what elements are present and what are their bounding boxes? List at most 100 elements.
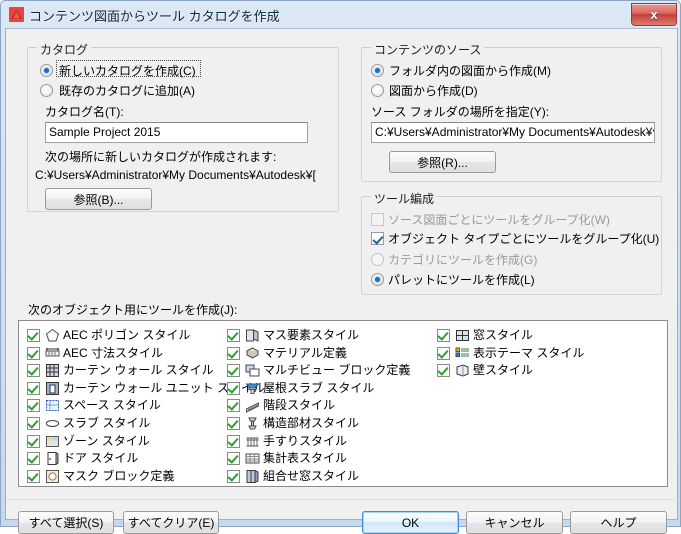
slab-style-icon <box>45 416 60 431</box>
checkbox-group-by-object-type[interactable] <box>371 232 384 245</box>
list-item-label: 窓スタイル <box>473 328 534 342</box>
catalog-location-note: 次の場所に新しいカタログが作成されます: <box>45 150 277 164</box>
radio-create-tools-in-palette[interactable] <box>371 273 384 286</box>
wall-style-icon <box>455 363 470 378</box>
radio-create-new-catalog[interactable] <box>40 64 53 77</box>
list-item-checkbox[interactable] <box>27 452 40 466</box>
list-item-checkbox[interactable] <box>27 364 40 378</box>
window-title: コンテンツ図面からツール カタログを作成 <box>29 9 280 24</box>
structural-member-icon <box>245 416 260 431</box>
window-style-icon <box>455 328 470 343</box>
catalog-browse-button[interactable]: 参照(B)... <box>45 188 152 210</box>
door-style-icon <box>45 451 60 466</box>
radio-add-existing-catalog[interactable] <box>40 84 53 97</box>
list-item-label: 階段スタイル <box>263 398 336 413</box>
source-folder-input[interactable]: C:¥Users¥Administrator¥My Documents¥Auto… <box>371 122 655 143</box>
object-type-listbox[interactable]: AEC ポリゴン スタイル AEC 寸法スタイル カーテン ウォール スタイル カーテ… <box>18 320 668 487</box>
list-item-label: 表示テーマ スタイル <box>473 345 585 360</box>
list-item-label: スペース スタイル <box>63 398 161 413</box>
list-item-checkbox[interactable] <box>227 346 240 360</box>
curtain-wall-icon <box>45 363 60 378</box>
catalog-name-input[interactable]: Sample Project 2015 <box>45 122 308 143</box>
close-button[interactable]: x <box>631 3 677 26</box>
list-item-label: AEC 寸法スタイル <box>63 345 164 360</box>
list-item-checkbox[interactable] <box>27 399 40 413</box>
list-item-label: マルチビュー ブロック定義 <box>263 363 411 378</box>
close-icon: x <box>650 7 658 22</box>
list-item-label: AEC ポリゴン スタイル <box>63 328 191 342</box>
ok-button[interactable]: OK <box>362 511 459 534</box>
select-all-button[interactable]: すべて選択(S) <box>18 511 114 534</box>
title-bar: コンテンツ図面からツール カタログを作成 x <box>1 1 681 28</box>
focus-rect <box>56 60 201 77</box>
window-assembly-icon <box>245 469 260 484</box>
radio-create-tools-in-category[interactable] <box>371 253 384 266</box>
cancel-button[interactable]: キャンセル <box>466 511 563 534</box>
list-item-label: 構造部材スタイル <box>263 416 360 430</box>
mass-element-icon <box>245 328 260 343</box>
list-item-checkbox[interactable] <box>27 381 40 395</box>
source-folder-label: ソース フォルダの場所を指定(Y): <box>371 105 550 119</box>
list-item-checkbox[interactable] <box>27 329 40 342</box>
curtain-wall-unit-icon <box>45 381 60 396</box>
radio-create-from-drawing[interactable] <box>371 84 384 97</box>
list-item-checkbox[interactable] <box>227 452 240 466</box>
catalog-location-path: C:¥Users¥Administrator¥My Documents¥Auto… <box>35 168 316 182</box>
list-item-label: 屋根スラブ スタイル <box>263 380 375 395</box>
mask-block-icon <box>45 469 60 484</box>
radio-create-from-folder[interactable] <box>371 64 384 77</box>
list-item-label: マスク ブロック定義 <box>63 468 175 483</box>
list-item-checkbox[interactable] <box>227 329 240 342</box>
stair-style-icon <box>245 398 260 414</box>
display-theme-icon <box>455 346 470 361</box>
help-button[interactable]: ヘルプ <box>570 511 667 534</box>
schedule-table-icon <box>245 451 260 466</box>
list-item-checkbox[interactable] <box>227 417 240 430</box>
list-item-checkbox[interactable] <box>27 417 40 430</box>
aec-dimension-icon <box>45 346 60 361</box>
dialog-window: コンテンツ図面からツール カタログを作成 x カタログ 新しいカタログを作成(C… <box>0 0 681 534</box>
radio-create-tools-in-category-label: カテゴリにツールを作成(G) <box>388 253 538 267</box>
list-item-checkbox[interactable] <box>227 364 240 378</box>
list-item-checkbox[interactable] <box>437 329 450 342</box>
checkbox-group-by-source-drawing[interactable] <box>371 213 384 226</box>
list-item-checkbox[interactable] <box>27 434 40 448</box>
checkbox-group-by-object-type-label: オブジェクト タイプごとにツールをグループ化(U) <box>388 232 660 246</box>
catalog-group-title: カタログ <box>37 41 92 58</box>
material-definition-icon <box>245 346 260 361</box>
list-item-label: スラブ スタイル <box>63 416 151 430</box>
catalog-name-label: カタログ名(T): <box>45 105 124 119</box>
list-item-checkbox[interactable] <box>227 399 240 413</box>
list-item-label: 手すりスタイル <box>263 433 348 448</box>
list-item-checkbox[interactable] <box>27 469 40 483</box>
list-item-label: 集計表スタイル <box>263 451 348 466</box>
list-item-checkbox[interactable] <box>227 434 240 448</box>
list-item-checkbox[interactable] <box>437 346 450 360</box>
object-list-label: 次のオブジェクト用にツールを作成(J): <box>28 303 238 317</box>
roof-slab-icon <box>245 381 260 396</box>
list-item-label: 壁スタイル <box>473 363 534 378</box>
source-browse-button[interactable]: 参照(R)... <box>389 151 496 173</box>
checkbox-group-by-source-drawing-label: ソース図面ごとにツールをグループ化(W) <box>388 213 610 227</box>
tool-organization-group: ツール編成 ソース図面ごとにツールをグループ化(W) オブジェクト タイプごとに… <box>361 190 662 295</box>
list-item-checkbox[interactable] <box>437 364 450 378</box>
radio-create-from-drawing-label: 図面から作成(D) <box>389 84 478 98</box>
multiview-block-icon <box>245 363 260 378</box>
aec-polygon-icon <box>45 328 60 343</box>
content-source-group-title: コンテンツのソース <box>371 41 485 58</box>
list-item-checkbox[interactable] <box>227 381 240 395</box>
list-item-label: マス要素スタイル <box>263 328 360 342</box>
railing-style-icon <box>245 434 260 449</box>
clear-all-button[interactable]: すべてクリア(E) <box>123 511 219 534</box>
list-item-checkbox[interactable] <box>227 469 240 483</box>
list-item-label: 組合せ窓スタイル <box>263 468 360 483</box>
catalog-group: カタログ 新しいカタログを作成(C) 既存のカタログに追加(A) カタログ名(T… <box>27 41 339 212</box>
space-style-icon <box>45 398 60 413</box>
list-item-checkbox[interactable] <box>27 346 40 360</box>
list-item-label: ゾーン スタイル <box>63 433 150 448</box>
tool-organization-group-title: ツール編成 <box>371 190 438 207</box>
radio-create-from-folder-label: フォルダ内の図面から作成(M) <box>389 64 551 78</box>
radio-add-existing-catalog-label: 既存のカタログに追加(A) <box>59 84 195 98</box>
zone-style-icon <box>45 434 60 449</box>
list-item-label: マテリアル定義 <box>263 345 347 360</box>
